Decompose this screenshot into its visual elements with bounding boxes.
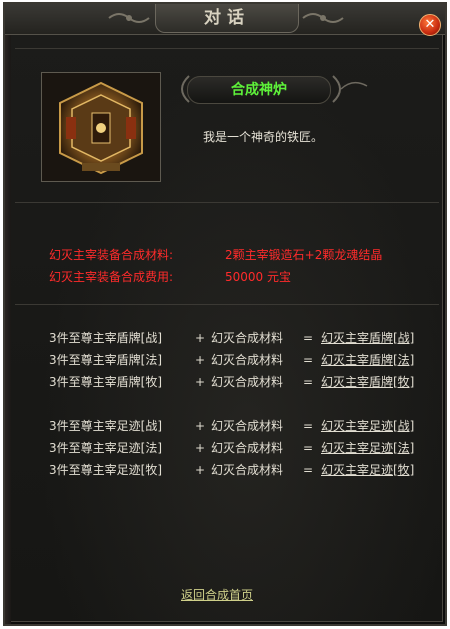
- recipe-row: 3件至尊主宰足迹[法] + 幻灭合成材料 = 幻灭主宰足迹[法]: [49, 438, 414, 458]
- recipe-input: 3件至尊主宰足迹[牧]: [49, 463, 162, 477]
- back-to-synthesis-home-link[interactable]: 返回合成首页: [181, 586, 253, 603]
- plus-sign: +: [195, 331, 206, 345]
- recipe-output-link[interactable]: 幻灭主宰足迹[战]: [321, 416, 414, 436]
- plus-sign: +: [195, 353, 206, 367]
- recipe-row: 3件至尊主宰足迹[牧] + 幻灭合成材料 = 幻灭主宰足迹[牧]: [49, 460, 414, 480]
- recipe-input: 3件至尊主宰足迹[法]: [49, 441, 162, 455]
- plus-sign: +: [195, 463, 206, 477]
- recipe-output-link[interactable]: 幻灭主宰足迹[牧]: [321, 460, 414, 480]
- recipe-output-link[interactable]: 幻灭主宰足迹[法]: [321, 438, 414, 458]
- dialog-window: 对话 ✕ 合成神炉 我是一个神奇的铁匠。 幻灭主宰装备合成材料: 2颗主宰锻造石…: [3, 2, 447, 626]
- dialog-title: 对话: [155, 4, 299, 33]
- recipe-material: 幻灭合成材料: [211, 331, 284, 345]
- recipe-material: 幻灭合成材料: [211, 375, 284, 389]
- recipe-material: 幻灭合成材料: [211, 419, 284, 433]
- equals-sign: =: [303, 419, 314, 433]
- equals-sign: =: [303, 375, 314, 389]
- requirement-value: 2颗主宰锻造石+2颗龙魂结晶: [225, 248, 383, 262]
- recipe-output-link[interactable]: 幻灭主宰盾牌[牧]: [321, 372, 414, 392]
- equals-sign: =: [303, 353, 314, 367]
- requirement-materials: 幻灭主宰装备合成材料: 2颗主宰锻造石+2颗龙魂结晶: [49, 246, 382, 263]
- recipe-row: 3件至尊主宰足迹[战] + 幻灭合成材料 = 幻灭主宰足迹[战]: [49, 416, 414, 436]
- recipe-material: 幻灭合成材料: [211, 353, 284, 367]
- recipe-row: 3件至尊主宰盾牌[牧] + 幻灭合成材料 = 幻灭主宰盾牌[牧]: [49, 372, 414, 392]
- name-ornament-right-icon: [332, 75, 368, 103]
- divider: [15, 48, 439, 49]
- recipe-input: 3件至尊主宰盾牌[战]: [49, 331, 162, 345]
- equals-sign: =: [303, 331, 314, 345]
- equals-sign: =: [303, 441, 314, 455]
- recipe-output-link[interactable]: 幻灭主宰盾牌[战]: [321, 328, 414, 348]
- requirement-cost: 幻灭主宰装备合成费用: 50000 元宝: [49, 268, 291, 285]
- close-icon: ✕: [424, 17, 436, 32]
- title-bar[interactable]: 对话 ✕: [5, 4, 445, 36]
- furnace-portrait-icon: [42, 73, 160, 181]
- requirement-value: 50000 元宝: [225, 270, 291, 284]
- recipe-row: 3件至尊主宰盾牌[战] + 幻灭合成材料 = 幻灭主宰盾牌[战]: [49, 328, 414, 348]
- plus-sign: +: [195, 419, 206, 433]
- recipe-input: 3件至尊主宰盾牌[牧]: [49, 375, 162, 389]
- recipe-output-link[interactable]: 幻灭主宰盾牌[法]: [321, 350, 414, 370]
- npc-portrait: [41, 72, 161, 182]
- recipe-material: 幻灭合成材料: [211, 441, 284, 455]
- recipe-material: 幻灭合成材料: [211, 463, 284, 477]
- npc-greeting: 我是一个神奇的铁匠。: [203, 130, 324, 144]
- requirement-label: 幻灭主宰装备合成费用:: [49, 270, 174, 284]
- divider: [15, 304, 439, 305]
- equals-sign: =: [303, 463, 314, 477]
- recipe-input: 3件至尊主宰盾牌[法]: [49, 353, 162, 367]
- title-ornament-right-icon: [302, 13, 344, 23]
- recipe-input: 3件至尊主宰足迹[战]: [49, 419, 162, 433]
- npc-name: 合成神炉: [187, 76, 331, 104]
- title-ornament-left-icon: [108, 13, 150, 23]
- close-button[interactable]: ✕: [419, 14, 441, 36]
- plus-sign: +: [195, 375, 206, 389]
- side-strip: [5, 34, 11, 624]
- requirement-label: 幻灭主宰装备合成材料:: [49, 248, 174, 262]
- divider: [15, 202, 439, 203]
- plus-sign: +: [195, 441, 206, 455]
- recipe-row: 3件至尊主宰盾牌[法] + 幻灭合成材料 = 幻灭主宰盾牌[法]: [49, 350, 414, 370]
